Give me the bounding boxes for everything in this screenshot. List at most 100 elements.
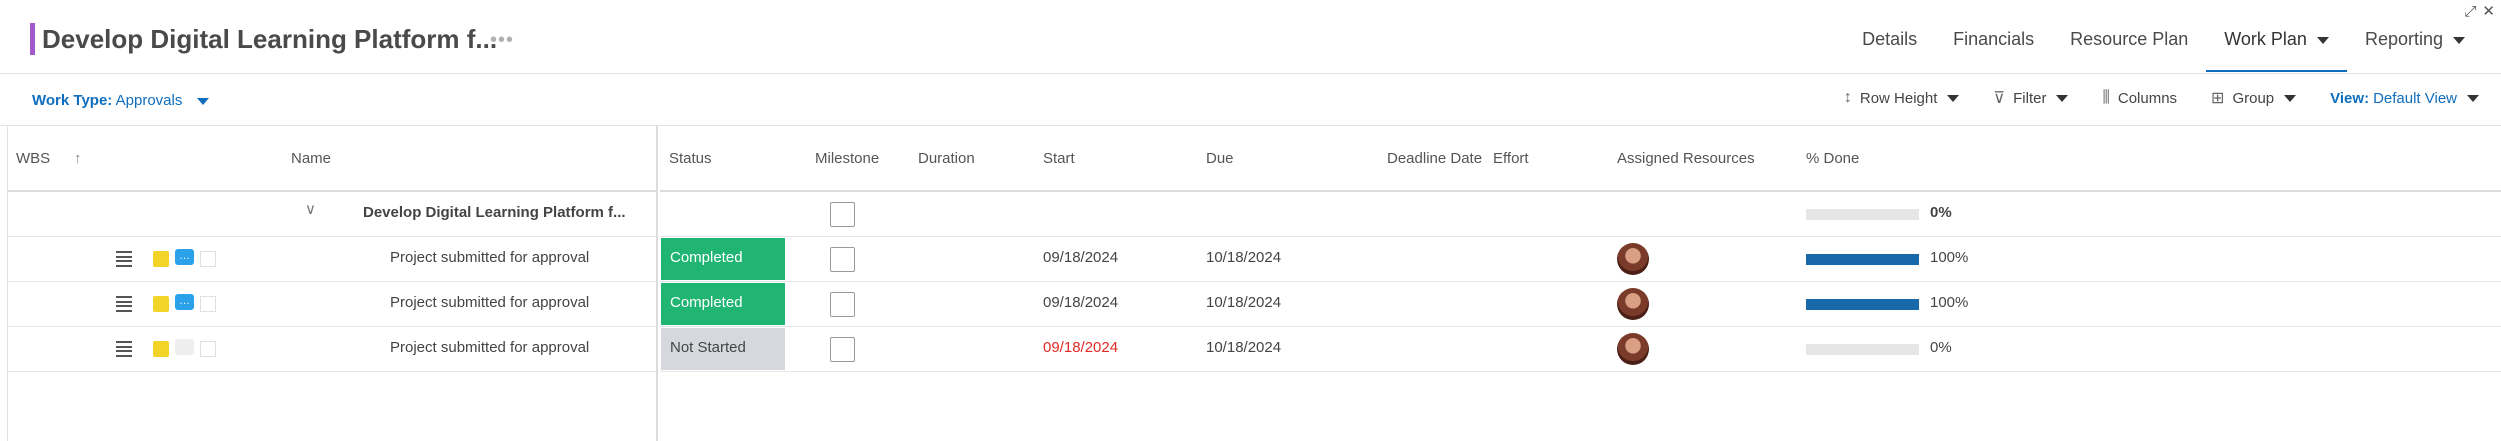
row-height-label: Row Height — [1859, 89, 1938, 107]
percent-done-value: 0% — [1930, 204, 1952, 221]
chevron-down-icon — [2453, 36, 2465, 44]
avatar[interactable] — [1617, 333, 1649, 365]
table-row: … Project submitted for approval — [8, 282, 656, 327]
left-header-row: WBS ↑ Name — [8, 126, 656, 192]
column-header-milestone[interactable]: Milestone — [815, 150, 879, 167]
task-name[interactable]: Project submitted for approval — [390, 339, 589, 356]
column-header-status[interactable]: Status — [669, 150, 712, 167]
comment-icon[interactable]: … — [175, 249, 194, 265]
page-title: Develop Digital Learning Platform f... — [42, 24, 498, 54]
status-badge[interactable]: Not Started — [661, 328, 785, 370]
columns-label: Columns — [2117, 89, 2178, 107]
due-date[interactable]: 10/18/2024 — [1206, 339, 1281, 356]
due-date[interactable]: 10/18/2024 — [1206, 294, 1281, 311]
avatar[interactable] — [1617, 243, 1649, 275]
right-header-row: Status Milestone Duration Start Due Dead… — [660, 126, 2501, 192]
avatar[interactable] — [1617, 288, 1649, 320]
columns-button[interactable]: ⫼ Columns — [2102, 89, 2177, 107]
table-row: Completed 09/18/2024 10/18/2024 100% — [660, 237, 2501, 282]
chevron-down-icon — [2316, 36, 2329, 44]
top-bar: Develop Digital Learning Platform f... •… — [0, 0, 2501, 74]
chevron-down-icon — [2056, 94, 2069, 102]
group-button[interactable]: ⊞ Group — [2211, 88, 2297, 108]
row-height-button[interactable]: ↕ Row Height — [1844, 89, 1960, 107]
start-date[interactable]: 09/18/2024 — [1043, 249, 1118, 266]
group-label: Group — [2232, 89, 2275, 107]
work-type-label: Work Type: — [32, 92, 113, 109]
chevron-down-icon — [196, 97, 209, 105]
chevron-down-icon — [2284, 94, 2297, 102]
table-row: Not Started 09/18/2024 10/18/2024 0% — [660, 327, 2501, 372]
tab-label: Financials — [1953, 29, 2035, 49]
column-header-due[interactable]: Due — [1206, 150, 1234, 167]
progress-bar — [1806, 299, 1919, 310]
comment-icon[interactable] — [175, 339, 194, 355]
table-row: Completed 09/18/2024 10/18/2024 100% — [660, 282, 2501, 327]
progress-bar — [1806, 344, 1919, 355]
note-icon[interactable] — [153, 341, 169, 357]
summary-row: ∨ Develop Digital Learning Platform f... — [8, 192, 656, 237]
tab-label: Resource Plan — [2070, 29, 2189, 49]
status-badge[interactable]: Completed — [661, 238, 785, 280]
percent-done-value: 100% — [1930, 294, 1969, 311]
tab-details[interactable]: Details — [1844, 26, 1935, 72]
comment-icon[interactable]: … — [175, 294, 194, 310]
restore-icon[interactable]: ⤢ — [2464, 3, 2476, 20]
tab-reporting[interactable]: Reporting — [2347, 26, 2483, 72]
tab-bar: Details Financials Resource Plan Work Plan R… — [1844, 26, 2483, 72]
attachment-icon[interactable] — [200, 296, 216, 312]
table-row: … Project submitted for approval — [8, 237, 656, 282]
tab-resource-plan[interactable]: Resource Plan — [2052, 26, 2206, 72]
chevron-down-icon — [1947, 94, 1960, 102]
drag-handle-icon[interactable] — [116, 341, 132, 357]
task-name[interactable]: Project submitted for approval — [390, 249, 589, 266]
filter-button[interactable]: ⊽ Filter — [1993, 88, 2069, 108]
view-selector[interactable]: View: Default View — [2330, 90, 2479, 107]
close-icon[interactable]: ✕ — [2482, 3, 2495, 20]
drag-handle-icon[interactable] — [116, 296, 132, 312]
more-options-icon[interactable]: ••• — [490, 29, 514, 52]
drag-handle-icon[interactable] — [116, 251, 132, 267]
column-header-resources[interactable]: Assigned Resources — [1617, 150, 1755, 167]
column-header-duration[interactable]: Duration — [918, 150, 975, 167]
group-icon: ⊞ — [2211, 90, 2225, 107]
column-header-deadline[interactable]: Deadline Date — [1387, 150, 1482, 167]
title-accent-bar — [30, 23, 35, 55]
grid-right-pane: Status Milestone Duration Start Due Dead… — [660, 126, 2501, 441]
note-icon[interactable] — [153, 296, 169, 312]
column-header-effort[interactable]: Effort — [1493, 150, 1529, 167]
filter-label: Filter — [2013, 89, 2047, 107]
chevron-down-icon — [2467, 94, 2479, 102]
start-date[interactable]: 09/18/2024 — [1043, 294, 1118, 311]
percent-done-value: 0% — [1930, 339, 1952, 356]
column-header-wbs[interactable]: WBS — [16, 150, 50, 167]
status-badge[interactable]: Completed — [661, 283, 785, 325]
chevron-down-icon[interactable]: ∨ — [305, 200, 316, 218]
milestone-checkbox[interactable] — [830, 337, 855, 362]
tab-work-plan[interactable]: Work Plan — [2206, 26, 2347, 72]
work-type-selector[interactable]: Work Type: Approvals — [32, 92, 209, 109]
table-row: Project submitted for approval — [8, 327, 656, 372]
tab-label: Reporting — [2364, 29, 2443, 49]
milestone-checkbox[interactable] — [830, 247, 855, 272]
start-date[interactable]: 09/18/2024 — [1043, 339, 1118, 356]
column-header-name[interactable]: Name — [291, 150, 331, 167]
column-header-percent-done[interactable]: % Done — [1806, 150, 1859, 167]
grid-left-pane: WBS ↑ Name ∨ Develop Digital Learning Pla… — [7, 126, 658, 441]
sort-ascending-icon[interactable]: ↑ — [74, 150, 82, 167]
summary-task-name[interactable]: Develop Digital Learning Platform f... — [363, 204, 626, 221]
milestone-checkbox[interactable] — [830, 202, 855, 227]
note-icon[interactable] — [153, 251, 169, 267]
attachment-icon[interactable] — [200, 341, 216, 357]
column-header-start[interactable]: Start — [1043, 150, 1075, 167]
tab-label: Work Plan — [2224, 29, 2307, 49]
progress-fill — [1806, 254, 1919, 265]
columns-icon: ⫼ — [2102, 89, 2110, 106]
tab-financials[interactable]: Financials — [1935, 26, 2052, 72]
attachment-icon[interactable] — [200, 251, 216, 267]
due-date[interactable]: 10/18/2024 — [1206, 249, 1281, 266]
milestone-checkbox[interactable] — [830, 292, 855, 317]
task-name[interactable]: Project submitted for approval — [390, 294, 589, 311]
view-value: Default View — [2373, 89, 2457, 107]
progress-bar — [1806, 254, 1919, 265]
